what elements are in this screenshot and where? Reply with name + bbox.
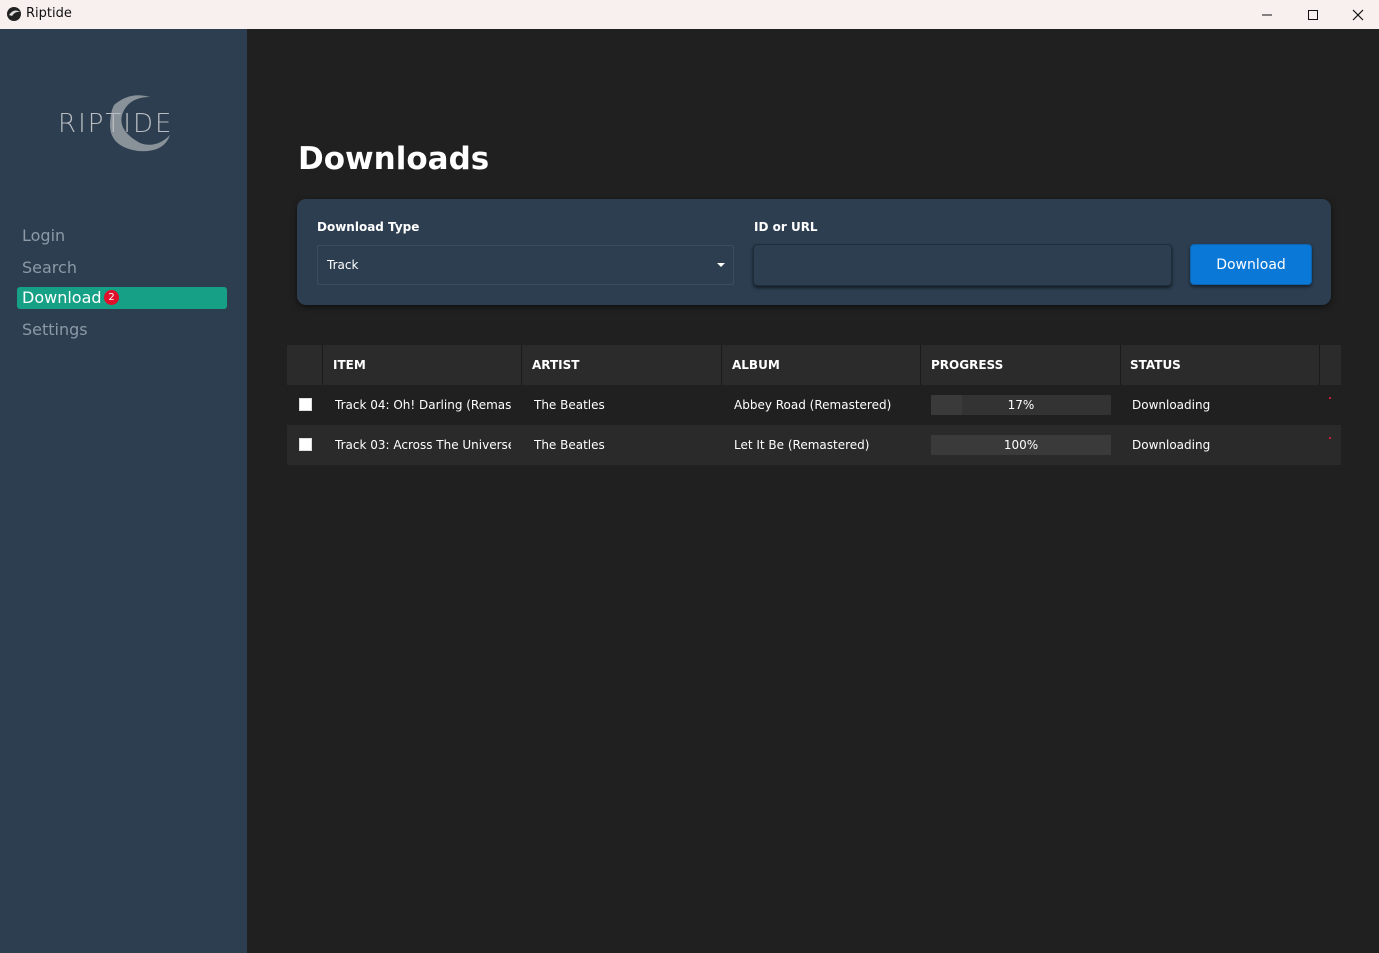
close-icon: [1352, 9, 1364, 20]
download-type-value: Track: [327, 258, 359, 272]
progress-label: 17%: [1007, 398, 1035, 412]
column-header-status[interactable]: STATUS: [1130, 358, 1181, 372]
column-header-artist[interactable]: ARTIST: [532, 358, 579, 372]
row-album: Let It Be (Remastered): [734, 438, 870, 452]
sidebar-item-search[interactable]: Search: [17, 257, 227, 279]
column-divider[interactable]: [920, 345, 921, 385]
title-bar: Riptide: [0, 0, 1379, 29]
column-divider[interactable]: [721, 345, 722, 385]
row-marker: [1329, 437, 1331, 439]
row-checkbox[interactable]: [299, 438, 312, 451]
download-form: Download Type Track ID or URL Download: [297, 199, 1331, 305]
table-row[interactable]: Track 04: Oh! Darling (Remastered) The B…: [287, 385, 1341, 425]
sidebar-item-settings[interactable]: Settings: [17, 319, 227, 341]
sidebar-item-login[interactable]: Login: [17, 225, 227, 247]
riptide-app-icon: [7, 7, 21, 21]
column-header-progress[interactable]: PROGRESS: [931, 358, 1003, 372]
column-header-item[interactable]: ITEM: [333, 358, 366, 372]
row-status: Downloading: [1132, 398, 1211, 412]
download-type-select[interactable]: Track: [317, 245, 734, 285]
row-item: Track 03: Across The Universe: [335, 438, 511, 452]
table-row[interactable]: Track 03: Across The Universe The Beatle…: [287, 425, 1341, 465]
maximize-button[interactable]: [1290, 0, 1336, 29]
minimize-button[interactable]: [1244, 0, 1290, 29]
column-divider[interactable]: [1319, 345, 1320, 385]
progress-label: 100%: [1003, 438, 1039, 452]
window-title: Riptide: [26, 6, 72, 21]
sidebar-item-label: Download: [22, 288, 102, 307]
column-divider[interactable]: [1120, 345, 1121, 385]
sidebar-item-label: Search: [22, 258, 77, 277]
id-or-url-label: ID or URL: [754, 220, 818, 234]
row-item: Track 04: Oh! Darling (Remastered): [335, 398, 511, 412]
row-album: Abbey Road (Remastered): [734, 398, 892, 412]
download-count-badge: 2: [104, 290, 119, 305]
minimize-icon: [1262, 14, 1272, 15]
row-artist: The Beatles: [534, 438, 605, 452]
download-type-label: Download Type: [317, 220, 420, 234]
row-marker: [1329, 397, 1331, 399]
sidebar-item-label: Settings: [22, 320, 88, 339]
download-button[interactable]: Download: [1190, 244, 1312, 285]
riptide-logo: RIPTIDE: [52, 91, 202, 155]
column-divider: [322, 345, 323, 385]
logo-text: RIPTIDE: [58, 109, 174, 139]
row-progress-bar: 100%: [931, 435, 1111, 455]
sidebar-item-label: Login: [22, 226, 66, 245]
chevron-down-icon: [717, 263, 725, 267]
maximize-icon: [1308, 9, 1318, 20]
close-button[interactable]: [1335, 0, 1379, 29]
page-title: Downloads: [298, 141, 490, 177]
row-progress-bar: 17%: [931, 395, 1111, 415]
sidebar: RIPTIDE Login Search Download 2 Settings: [0, 29, 247, 953]
sidebar-item-download[interactable]: Download 2: [17, 287, 227, 309]
main-content: Downloads Download Type Track ID or URL …: [247, 29, 1379, 953]
row-status: Downloading: [1132, 438, 1211, 452]
row-checkbox[interactable]: [299, 398, 312, 411]
table-header: ITEM ARTIST ALBUM PROGRESS STATUS: [287, 345, 1341, 385]
row-artist: The Beatles: [534, 398, 605, 412]
column-header-album[interactable]: ALBUM: [732, 358, 780, 372]
column-divider[interactable]: [521, 345, 522, 385]
id-or-url-input[interactable]: [753, 244, 1172, 286]
